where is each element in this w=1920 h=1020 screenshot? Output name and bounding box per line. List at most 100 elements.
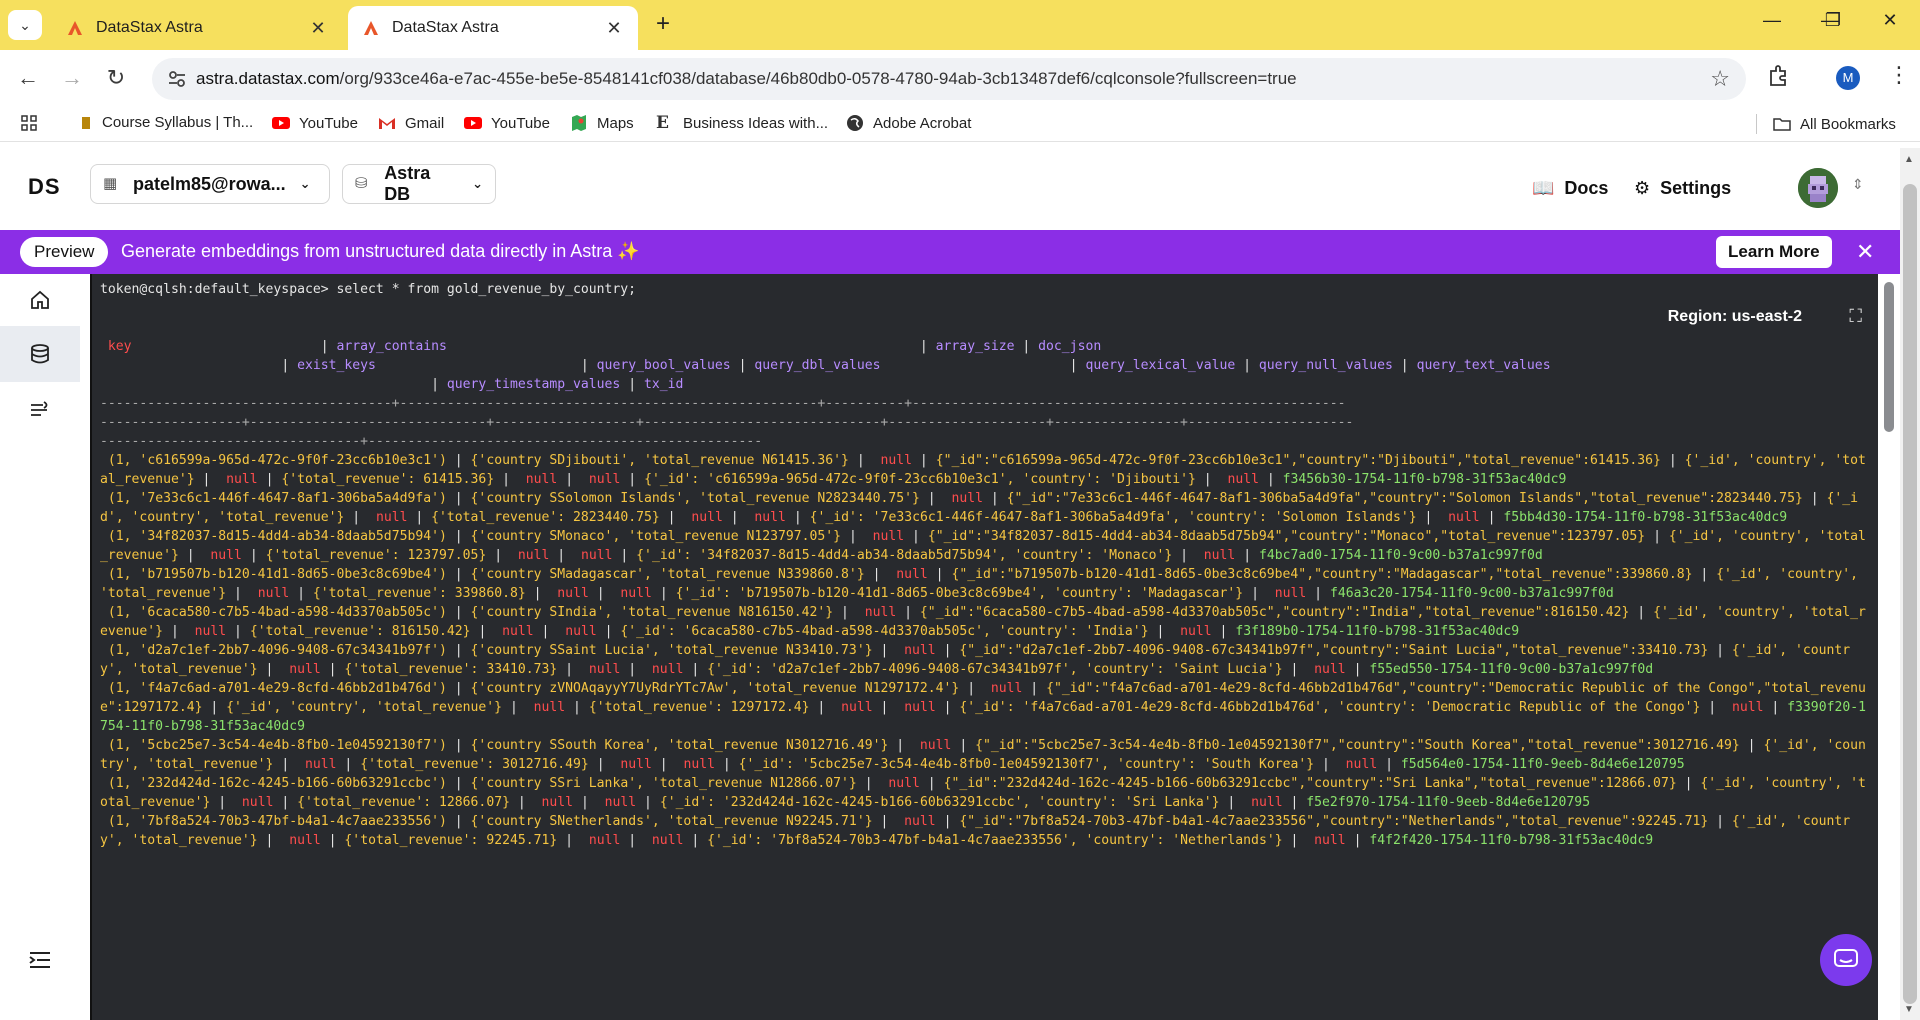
row-array-contains: {'country SNetherlands', 'total_revenue … [470, 814, 873, 829]
gear-icon: ⚙ [1634, 178, 1651, 198]
datastax-logo[interactable]: DS [28, 174, 61, 200]
row-key-prefix: (1, ' [107, 491, 148, 506]
row-key-suffix: ') [431, 814, 447, 829]
profile-avatar[interactable]: M [1836, 66, 1860, 90]
bookmark-adobe-acrobat[interactable]: Adobe Acrobat [846, 114, 971, 132]
column-header-query-bool-values: query_bool_values [596, 358, 731, 373]
browser-tab-strip: ⌄ DataStax Astra ✕ DataStax Astra ✕ + — [0, 0, 1920, 50]
streaming-icon[interactable] [24, 394, 56, 426]
organization-selector[interactable]: ▦ patelm85@rowa... ⌄ [90, 164, 330, 204]
bookmark-maps[interactable]: Maps [570, 114, 634, 132]
row-query-text-values: {'_id': 'c616599a-965d-472c-9f0f-23cc6b1… [644, 472, 1196, 487]
row-query-text-values: {'_id': '232d424d-162c-4245-b166-60b6329… [659, 795, 1220, 810]
row-query-lexical-null: null [691, 510, 723, 525]
column-header-array-contains: array_contains [336, 339, 447, 354]
forward-icon[interactable]: → [58, 64, 86, 92]
new-tab-button[interactable]: + [650, 12, 676, 38]
account-menu-chevron-icon[interactable]: ⇕ [1852, 176, 1864, 193]
row-key-id: d2a7c1ef-2bb7-4096-9408-67c34341b97f [147, 643, 432, 658]
apps-grid-icon[interactable] [20, 114, 47, 132]
table-row: (1, '7e33c6c1-446f-4647-8af1-306ba5a4d9f… [100, 491, 1859, 525]
row-tx-id: f3456b30-1754-11f0-b798-31f53ac40dc9 [1282, 472, 1567, 487]
learn-more-button[interactable]: Learn More [1716, 236, 1832, 268]
row-key-id: c616599a-965d-472c-9f0f-23cc6b10e3c1 [147, 453, 432, 468]
extensions-icon[interactable] [1766, 62, 1792, 88]
scroll-down-icon[interactable]: ▼ [1904, 1004, 1914, 1015]
tab-close-icon[interactable]: ✕ [308, 18, 328, 39]
site-info-icon[interactable] [166, 68, 188, 90]
settings-link[interactable]: ⚙ Settings [1634, 178, 1731, 199]
bookmark-business-ideas[interactable]: E Business Ideas with... [656, 114, 828, 132]
banner-message: Generate embeddings from unstructured da… [121, 241, 640, 261]
cql-console[interactable]: Region: us-east-2 ⛶ token@cqlsh:default_… [90, 274, 1878, 1020]
row-exist-keys: {'_id', 'country', 'total_revenue'} [226, 700, 503, 715]
row-query-dbl-values: {'total_revenue': 123797.05} [265, 548, 487, 563]
browser-toolbar: ← → ↻ astra.datastax.com/org/933ce46a-e7… [0, 50, 1920, 106]
row-query-dbl-values: {'total_revenue': 33410.73} [344, 662, 558, 677]
column-header-key: key [100, 339, 132, 354]
tab-search-button[interactable]: ⌄ [8, 10, 42, 40]
docs-link[interactable]: 📖 Docs [1532, 178, 1608, 199]
youtube-icon [272, 117, 290, 129]
result-separator: -------------------------------------+--… [100, 396, 1354, 449]
row-doc-json: {"_id":"7e33c6c1-446f-4647-8af1-306ba5a4… [1006, 491, 1803, 506]
maps-icon [572, 115, 586, 131]
support-chat-button[interactable] [1820, 934, 1872, 986]
product-selector[interactable]: ⛁ Astra DB ⌄ [342, 163, 496, 204]
reload-icon[interactable]: ↻ [102, 64, 130, 92]
row-array-contains: {'country SIndia', 'total_revenue N81615… [470, 605, 834, 620]
row-array-size-null: null [872, 529, 905, 544]
app-sidebar [0, 274, 80, 1020]
back-icon[interactable]: ← [14, 64, 42, 92]
row-query-timestamp-null: null [1731, 700, 1764, 715]
row-key-suffix: ') [431, 738, 447, 753]
home-icon[interactable] [24, 284, 56, 316]
bookmark-youtube-2[interactable]: YouTube [464, 114, 550, 132]
row-tx-id: f5e2f970-1754-11f0-9eeb-8d4e6e120795 [1306, 795, 1591, 810]
all-bookmarks[interactable]: All Bookmarks [1756, 114, 1896, 134]
column-header-query-lexical-value: query_lexical_value [1085, 358, 1236, 373]
minimize-icon[interactable]: — [1752, 10, 1792, 31]
bookmark-youtube[interactable]: YouTube [272, 114, 358, 132]
row-query-null-null: null [683, 757, 715, 772]
user-avatar[interactable] [1798, 168, 1838, 208]
browser-tab-2[interactable]: DataStax Astra ✕ [348, 6, 638, 50]
row-query-timestamp-null: null [1448, 510, 1480, 525]
tab-close-icon[interactable]: ✕ [604, 18, 624, 39]
close-window-icon[interactable]: ✕ [1870, 10, 1910, 31]
bookmark-course-syllabus[interactable]: Course Syllabus | Th... [82, 114, 253, 131]
scroll-up-icon[interactable]: ▲ [1904, 154, 1914, 165]
row-doc-json: {"_id":"c616599a-965d-472c-9f0f-23cc6b10… [935, 453, 1661, 468]
organization-label: patelm85@rowa... [133, 173, 286, 194]
page-scrollbar-thumb[interactable] [1903, 184, 1917, 1004]
close-banner-icon[interactable]: ✕ [1856, 239, 1874, 265]
row-query-dbl-values: {'total_revenue': 12866.07} [297, 795, 510, 810]
console-prompt: token@cqlsh:default_keyspace> [100, 282, 329, 297]
organization-icon: ▦ [103, 175, 118, 192]
browser-menu-icon[interactable]: ⋮ [1888, 62, 1910, 88]
expand-sidebar-icon[interactable] [24, 944, 56, 976]
column-header-array-size: array_size [935, 339, 1015, 354]
address-bar[interactable]: astra.datastax.com/org/933ce46a-e7ac-455… [152, 58, 1746, 100]
row-query-lexical-null: null [588, 662, 621, 677]
row-query-dbl-values: {'total_revenue': 339860.8} [312, 586, 526, 601]
row-tx-id: f5d564e0-1754-11f0-9eeb-8d4e6e120795 [1400, 757, 1685, 772]
row-query-bool-null: null [257, 586, 290, 601]
bookmark-star-icon[interactable]: ☆ [1710, 66, 1730, 92]
row-doc-json: {"_id":"34f82037-8d15-4dd4-ab34-8daab5d7… [927, 529, 1646, 544]
preview-banner: Preview Generate embeddings from unstruc… [0, 230, 1900, 274]
row-doc-json: {"_id":"b719507b-b120-41d1-8d65-0be3c8c6… [951, 567, 1693, 582]
row-query-text-values: {'_id': '5cbc25e7-3c54-4e4b-8fb0-1e04592… [738, 757, 1315, 772]
table-row: (1, 'f4a7c6ad-a701-4e29-8cfd-46bb2d1b476… [100, 681, 1866, 734]
row-query-text-values: {'_id': 'f4a7c6ad-a701-4e29-8cfd-46bb2d1… [959, 700, 1701, 715]
bookmark-gmail[interactable]: Gmail [378, 114, 444, 132]
databases-icon[interactable] [24, 338, 56, 370]
browser-tab-1[interactable]: DataStax Astra ✕ [52, 6, 342, 50]
console-scrollbar[interactable] [1884, 282, 1894, 432]
product-label: Astra DB [384, 163, 431, 204]
row-query-bool-null: null [226, 472, 258, 487]
row-query-null-null: null [651, 833, 684, 848]
restore-icon[interactable]: ❐ [1813, 10, 1853, 31]
row-query-null-null: null [604, 795, 637, 810]
row-tx-id: f4f2f420-1754-11f0-b798-31f53ac40dc9 [1369, 833, 1654, 848]
